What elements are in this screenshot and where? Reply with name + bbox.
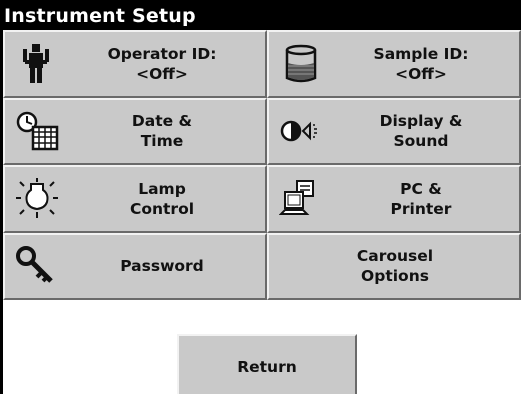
- carousel-options-label: Carousel Options: [277, 246, 513, 286]
- operator-id-label: Operator ID: <Off>: [65, 44, 259, 84]
- display-sound-button[interactable]: Display & Sound: [267, 97, 521, 165]
- pc-printer-label-line1: PC &: [400, 179, 442, 198]
- lamp-control-label-line1: Lamp: [138, 179, 186, 198]
- password-button[interactable]: Password: [3, 232, 267, 300]
- sample-id-button[interactable]: Sample ID: <Off>: [267, 30, 521, 98]
- pc-printer-button[interactable]: PC & Printer: [267, 165, 521, 233]
- operator-id-value: <Off>: [136, 64, 188, 83]
- pc-printer-label-line2: Printer: [390, 199, 452, 218]
- key-icon: [16, 246, 53, 284]
- display-sound-label-line2: Sound: [393, 132, 449, 151]
- carousel-options-button[interactable]: Carousel Options: [267, 232, 521, 300]
- pc-printer-label: PC & Printer: [329, 179, 513, 219]
- carousel-options-label-line1: Carousel: [356, 247, 434, 266]
- lamp-control-label: Lamp Control: [65, 179, 259, 219]
- pc-printer-icon: [279, 179, 314, 215]
- display-sound-label-line1: Display &: [379, 112, 463, 131]
- date-time-label-line2: Time: [140, 132, 184, 151]
- instrument-setup-screen: Instrument Setup Operator ID: <Off> Samp…: [0, 0, 521, 394]
- return-button[interactable]: Return: [177, 334, 357, 394]
- sample-id-value: <Off>: [395, 64, 447, 83]
- sample-id-label-line1: Sample ID:: [373, 44, 469, 63]
- carousel-options-label-line2: Options: [361, 267, 429, 286]
- operator-id-button[interactable]: Operator ID: <Off>: [3, 30, 267, 98]
- date-time-label-line1: Date &: [131, 112, 193, 131]
- display-sound-label: Display & Sound: [329, 111, 513, 151]
- page-title: Instrument Setup: [0, 0, 521, 30]
- password-label-line1: Password: [120, 257, 204, 276]
- display-sound-icon: [280, 121, 317, 142]
- lamp-icon: [16, 177, 58, 218]
- sample-vial-icon: [285, 44, 317, 82]
- date-time-label: Date & Time: [65, 111, 259, 151]
- setup-button-grid: Operator ID: <Off> Sample ID: <Off> Date…: [3, 30, 521, 300]
- password-label: Password: [65, 256, 259, 276]
- lamp-control-button[interactable]: Lamp Control: [3, 165, 267, 233]
- operator-id-label-line1: Operator ID:: [107, 44, 217, 63]
- sample-id-label: Sample ID: <Off>: [329, 44, 513, 84]
- clock-calendar-icon: [16, 112, 59, 151]
- lamp-control-label-line2: Control: [129, 199, 195, 218]
- operator-icon: [23, 43, 49, 83]
- date-time-button[interactable]: Date & Time: [3, 97, 267, 165]
